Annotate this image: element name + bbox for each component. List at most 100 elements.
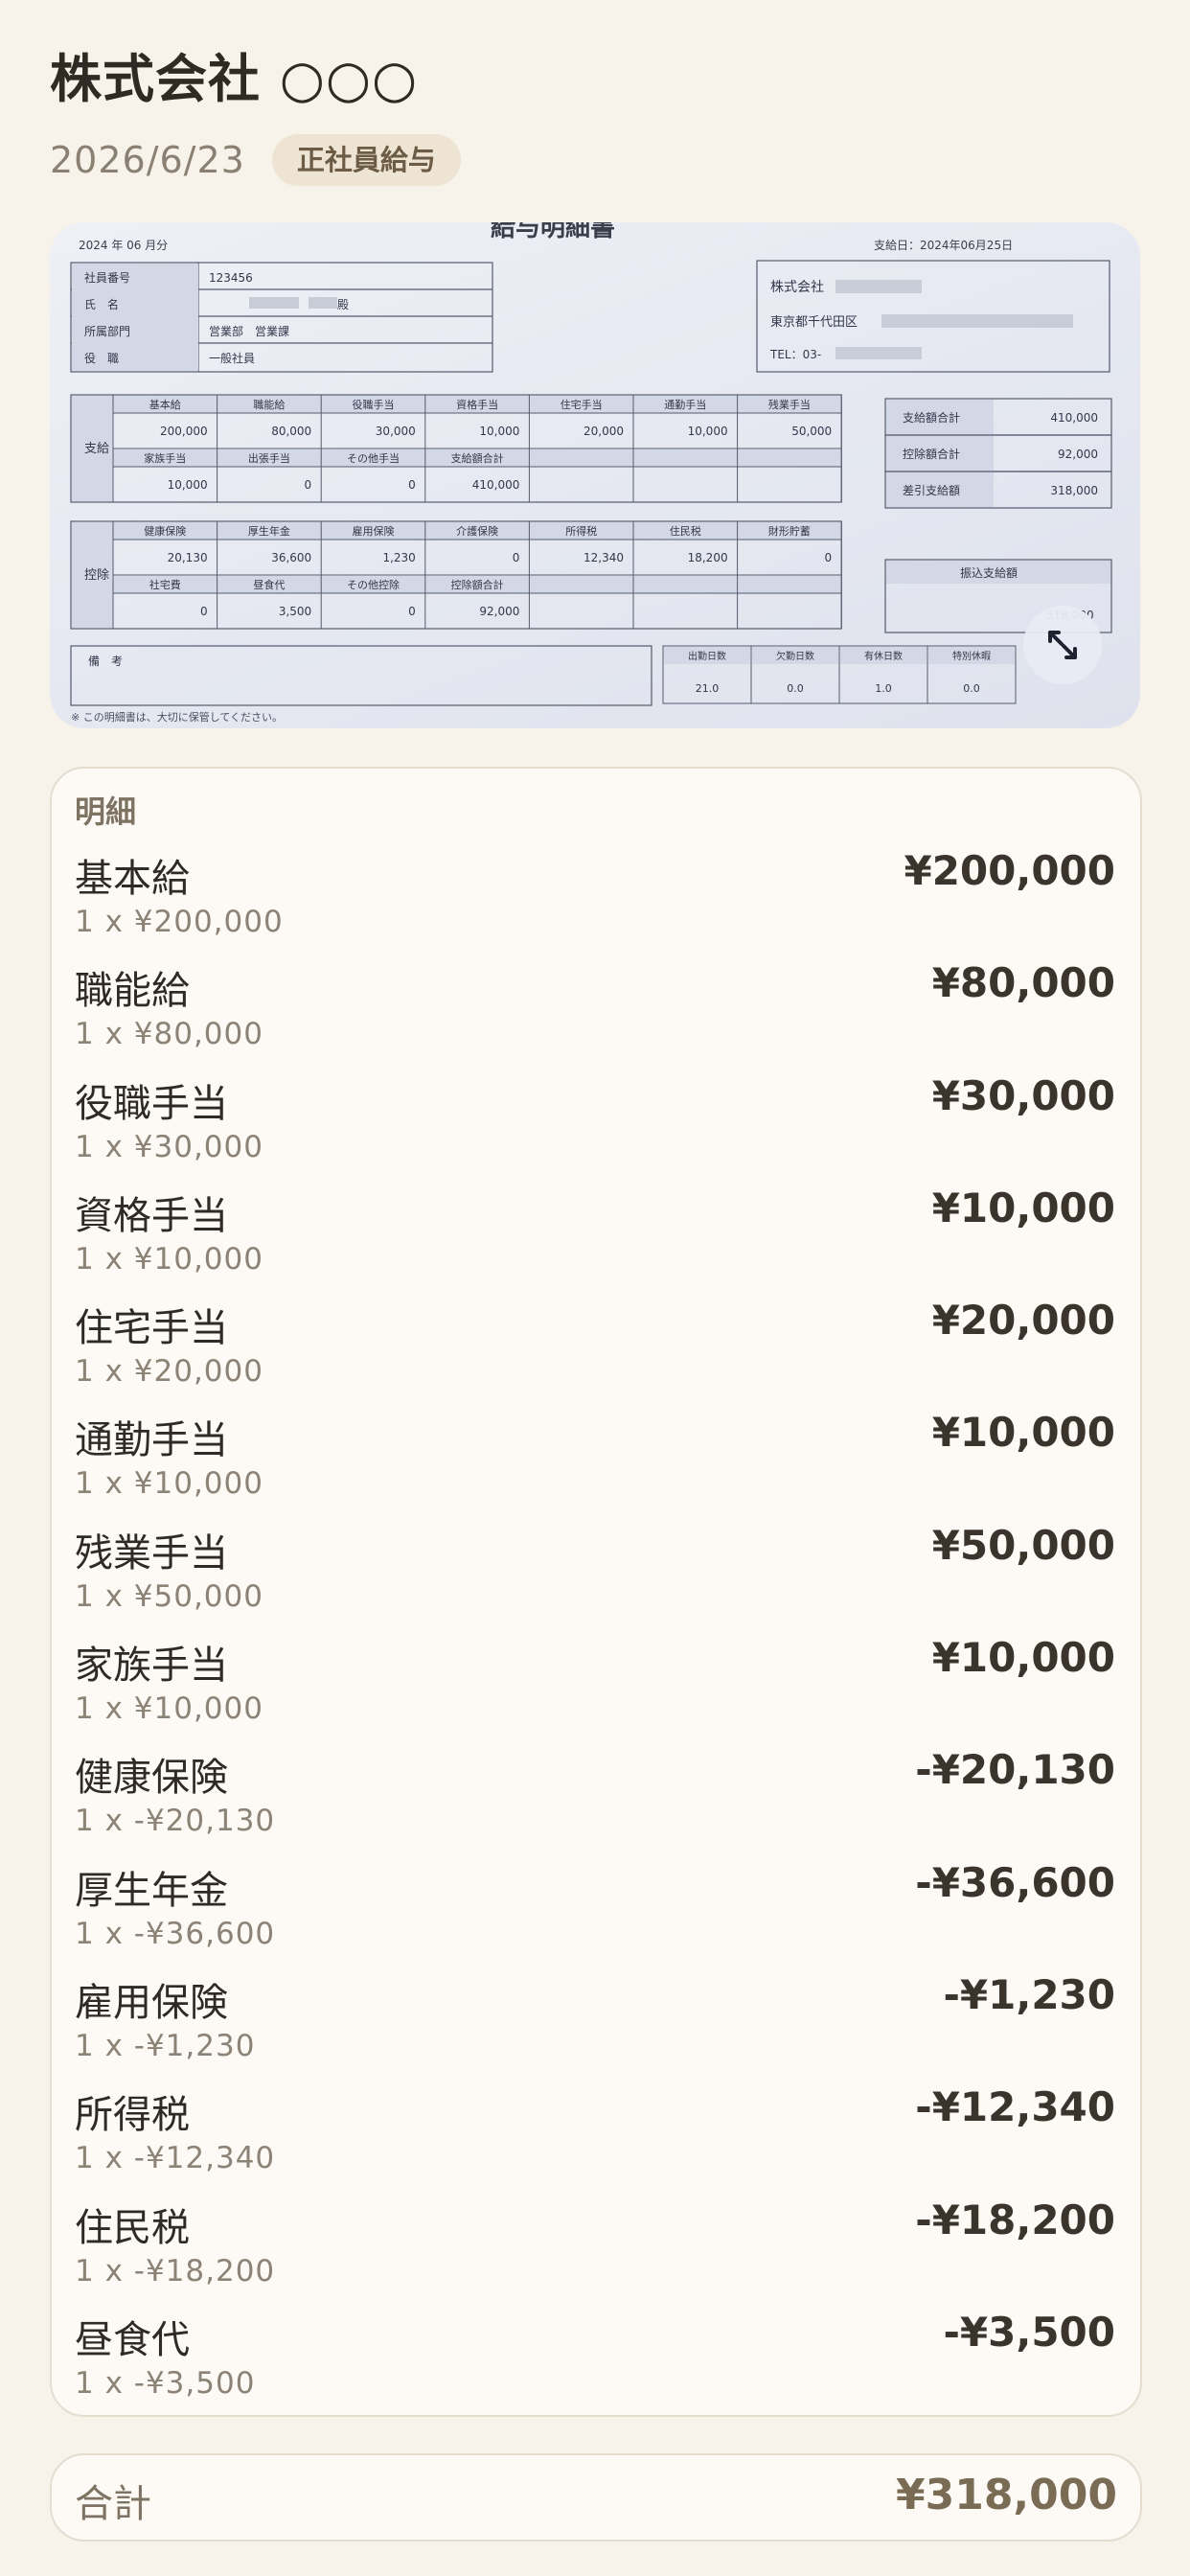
line-item[interactable]: 基本給 ¥200,000 1 x ¥200,000: [75, 847, 1115, 959]
redacted-address: [881, 314, 1073, 328]
line-item-list: 基本給 ¥200,000 1 x ¥200,000 職能給 ¥80,000 1 x ¥80…: [75, 847, 1115, 2421]
line-item[interactable]: 厚生年金 -¥36,600 1 x -¥36,600: [75, 1859, 1115, 1971]
ded-grid-value: 18,200: [688, 551, 728, 564]
attendance-grid: 出勤日数 21.0 欠勤日数 0.0 有休日数 1.0 特別休暇 0.0: [662, 645, 1017, 704]
ded-grid-header: 社宅費: [149, 578, 181, 591]
ded-grid-value: 0: [408, 605, 416, 618]
employee-field-label: 所属部門: [84, 324, 130, 338]
summary-value: 410,000: [1050, 411, 1098, 425]
payslip-pay-date: 支給日：2024年06月25日: [874, 239, 1013, 252]
attendance-value: 0.0: [963, 682, 980, 695]
line-item[interactable]: 所得税 -¥12,340 1 x -¥12,340: [75, 2083, 1115, 2196]
ded-grid-value: 20,130: [168, 551, 208, 564]
line-item-detail: 1 x -¥20,130: [75, 1804, 276, 1839]
line-item-detail: 1 x ¥50,000: [75, 1578, 263, 1614]
expand-arrows-icon: [1048, 631, 1077, 659]
ded-grid-value: 1,230: [382, 551, 415, 564]
line-item[interactable]: 家族手当 ¥10,000 1 x ¥10,000: [75, 1634, 1115, 1746]
attendance-header: 欠勤日数: [776, 650, 814, 662]
line-item-name: 雇用保険: [75, 1980, 228, 2025]
attendance-value: 0.0: [787, 682, 804, 695]
line-item-amount: ¥200,000: [904, 847, 1115, 894]
line-item[interactable]: 健康保険 -¥20,130 1 x -¥20,130: [75, 1746, 1115, 1858]
line-item-detail: 1 x -¥12,340: [75, 2141, 276, 2176]
line-item-amount: -¥20,130: [915, 1746, 1115, 1794]
redacted-tel: [835, 347, 922, 359]
employee-field-label: 社員番号: [84, 270, 130, 285]
ded-grid-header: 住民税: [670, 524, 701, 538]
summary-label: 控除額合計: [903, 447, 960, 461]
employee-field-value: 123456: [209, 271, 253, 285]
line-item[interactable]: 昼食代 -¥3,500 1 x -¥3,500: [75, 2309, 1115, 2421]
employee-field-label: 役 職: [84, 351, 119, 365]
line-item[interactable]: 雇用保険 -¥1,230 1 x -¥1,230: [75, 1971, 1115, 2083]
category-badge[interactable]: 正社員給与: [271, 134, 461, 186]
line-item-detail: 1 x ¥10,000: [75, 1241, 263, 1276]
payslip-company-tel: TEL：03-: [769, 348, 821, 361]
details-title: 明細: [75, 794, 137, 830]
employee-field-label: 氏 名: [84, 297, 119, 311]
pay-grid-value: 30,000: [376, 425, 416, 438]
line-item-detail: 1 x ¥10,000: [75, 1466, 263, 1502]
line-item-amount: -¥36,600: [915, 1858, 1115, 1906]
payslip-period: 2024 年 06 月分: [79, 239, 168, 252]
line-item[interactable]: 役職手当 ¥30,000 1 x ¥30,000: [75, 1072, 1115, 1184]
line-item-amount: ¥50,000: [931, 1521, 1115, 1569]
line-item-detail: 1 x -¥18,200: [75, 2253, 276, 2288]
pay-grid-header: 職能給: [253, 398, 285, 411]
line-item-detail: 1 x ¥200,000: [75, 905, 284, 939]
attendance-header: 特別休暇: [952, 651, 991, 662]
line-item-name: 所得税: [75, 2093, 190, 2138]
line-item-detail: 1 x -¥3,500: [75, 2365, 256, 2401]
line-item-name: 住民税: [75, 2205, 190, 2250]
transfer-label: 振込支給額: [960, 566, 1018, 580]
line-item-name: 基本給: [75, 857, 190, 901]
ded-grid-header: 介護保険: [456, 524, 498, 538]
line-item-name: 残業手当: [75, 1530, 228, 1576]
pay-grid-header: その他手当: [347, 451, 400, 465]
line-item-name: 昼食代: [75, 2317, 190, 2362]
line-item-amount: -¥12,340: [915, 2083, 1115, 2131]
ded-grid-value: 3,500: [279, 605, 311, 618]
line-item-amount: ¥20,000: [931, 1297, 1115, 1345]
employee-field-value: 殿: [337, 298, 349, 311]
receipt-photo[interactable]: 給与明細書 2024 年 06 月分 支給日：2024年06月25日 社員番号 1…: [50, 222, 1140, 728]
summary-box: 支給額合計 410,000 控除額合計 92,000 差引支給額 318,000: [884, 398, 1112, 509]
ded-grid-header: 雇用保険: [353, 524, 395, 538]
redacted-name-2: [309, 297, 337, 309]
line-item-detail: 1 x ¥80,000: [75, 1017, 263, 1052]
expense-detail-screen: 株式会社 ○○○ 2026/6/23 正社員給与 給与明細書 2024 年 06…: [0, 0, 1190, 2576]
pay-grid-value: 80,000: [271, 425, 311, 438]
line-item-detail: 1 x ¥10,000: [75, 1691, 263, 1727]
line-item-name: 住宅手当: [75, 1306, 228, 1351]
pay-grid-header: 出張手当: [248, 451, 290, 465]
line-item[interactable]: 職能給 ¥80,000 1 x ¥80,000: [75, 959, 1115, 1071]
expand-button[interactable]: [1023, 606, 1102, 684]
remarks-box: [70, 645, 652, 706]
employee-field-value: 営業部 営業課: [209, 324, 289, 338]
ded-grid-header: 昼食代: [253, 578, 285, 591]
line-item[interactable]: 資格手当 ¥10,000 1 x ¥10,000: [75, 1184, 1115, 1297]
details-card: 明細 基本給 ¥200,000 1 x ¥200,000 職能給 ¥80,000 1 x …: [50, 767, 1142, 2417]
meta-row: 2026/6/23 正社員給与: [50, 132, 461, 188]
line-item-amount: -¥1,230: [943, 1970, 1115, 2018]
attendance-value: 1.0: [875, 682, 892, 695]
ded-grid-header: 健康保険: [144, 524, 186, 538]
line-item-amount: -¥18,200: [915, 2196, 1115, 2243]
pay-grid-value: 200,000: [160, 425, 208, 438]
pay-grid-value: 10,000: [688, 425, 728, 438]
ded-grid-value: 92,000: [479, 605, 519, 618]
ded-grid-header: 控除額合計: [451, 578, 504, 591]
pay-grid-value: 50,000: [791, 425, 832, 438]
line-item[interactable]: 住宅手当 ¥20,000 1 x ¥20,000: [75, 1297, 1115, 1409]
ded-grid-header: その他控除: [347, 578, 400, 591]
ded-grid: 控除 健康保険 厚生年金 雇用保険 介護保険 所得税 住民税 財形貯蓄 20,130 36,600…: [70, 520, 842, 630]
payslip-image: 給与明細書 2024 年 06 月分 支給日：2024年06月25日 社員番号 1…: [70, 222, 1112, 724]
payslip-company-name: 株式会社: [770, 280, 824, 295]
line-item[interactable]: 通勤手当 ¥10,000 1 x ¥10,000: [75, 1409, 1115, 1521]
summary-value: 318,000: [1050, 484, 1098, 497]
line-item-detail: 1 x ¥30,000: [75, 1129, 263, 1164]
pay-grid-value: 0: [408, 478, 416, 492]
line-item[interactable]: 残業手当 ¥50,000 1 x ¥50,000: [75, 1522, 1115, 1634]
line-item[interactable]: 住民税 -¥18,200 1 x -¥18,200: [75, 2196, 1115, 2309]
